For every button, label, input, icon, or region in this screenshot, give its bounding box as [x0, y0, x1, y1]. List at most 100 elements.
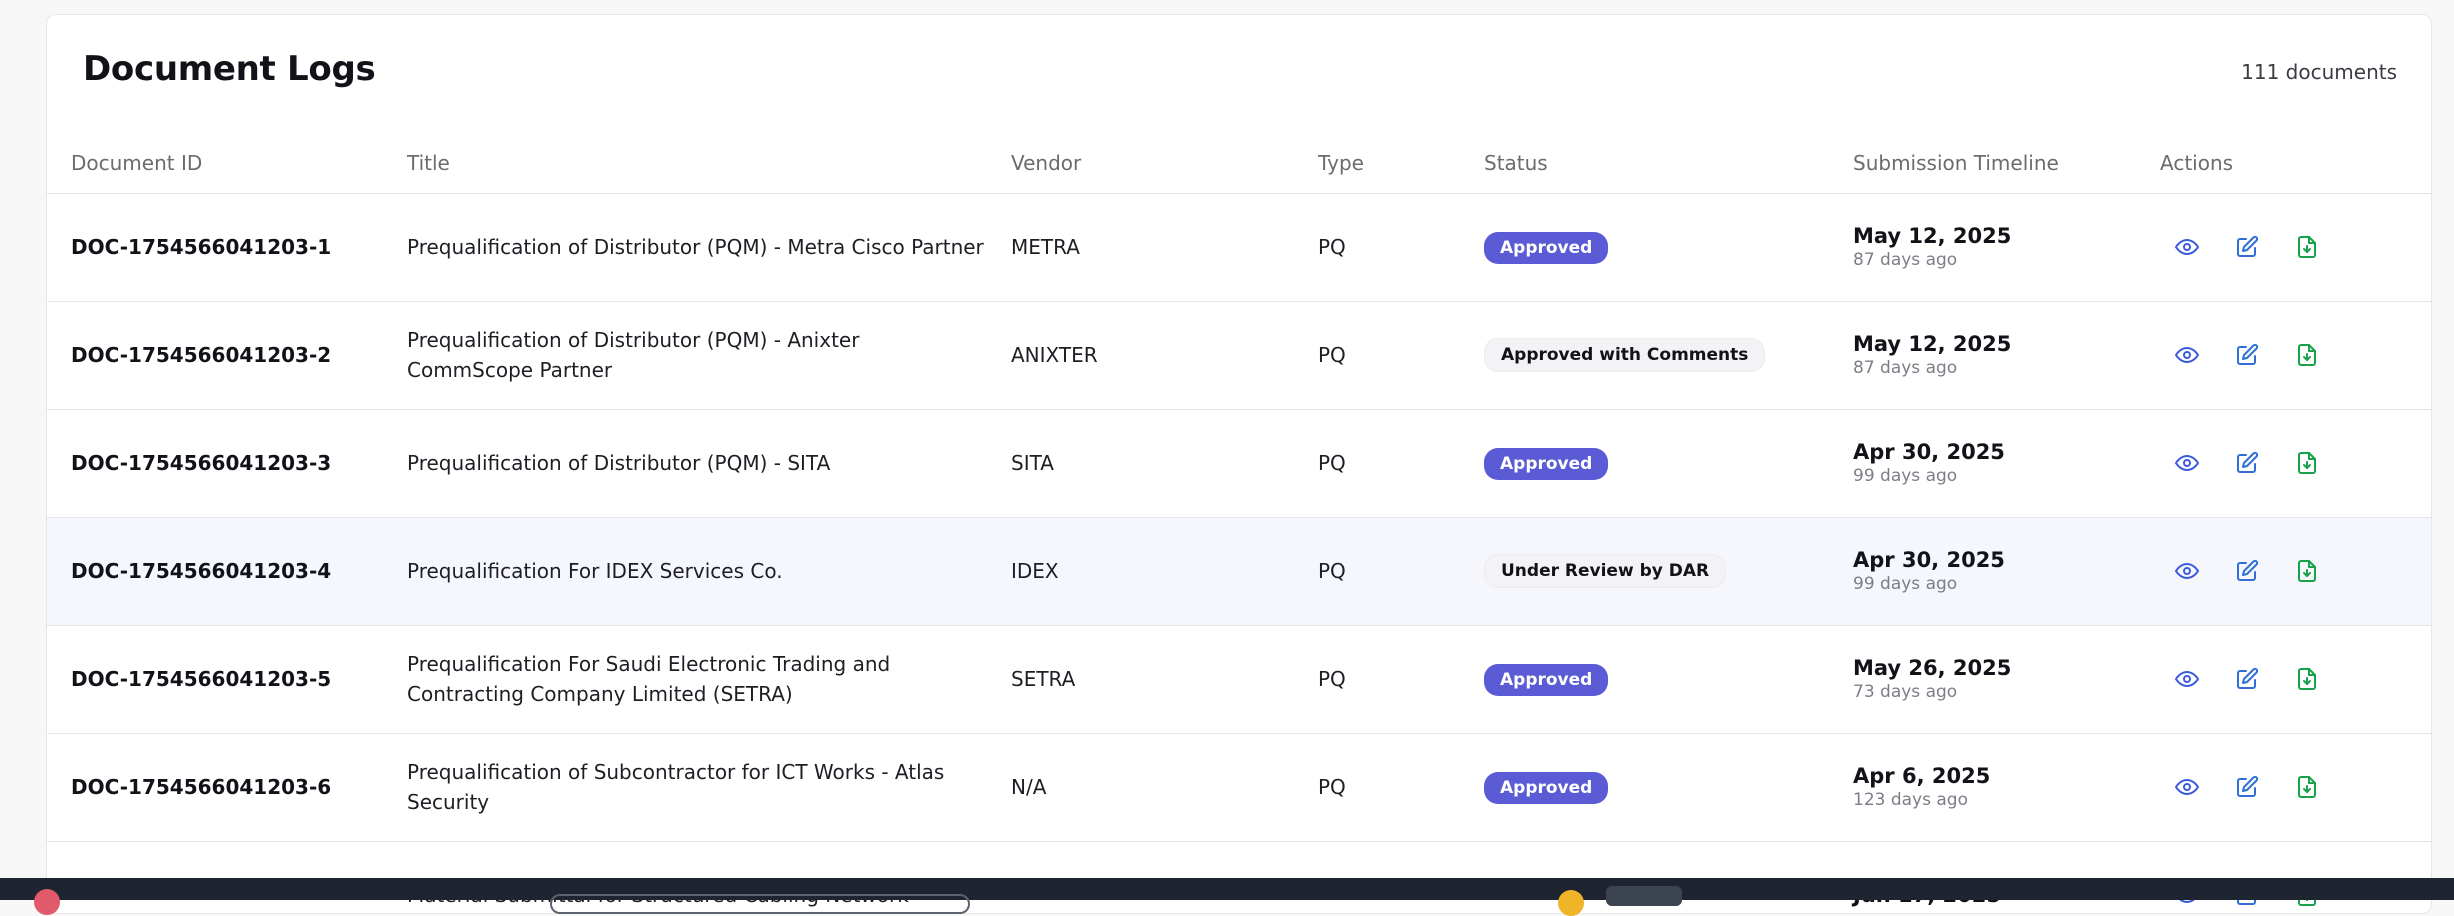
cell-submission-timeline: Apr 30, 2025 99 days ago — [1853, 409, 2160, 518]
view-icon[interactable] — [2174, 774, 2200, 800]
table-row[interactable]: DOC-1754566041203-3 Prequalification of … — [47, 409, 2431, 518]
cell-title: Prequalification of Subcontractor for IC… — [407, 733, 1011, 842]
cell-submission-timeline: May 26, 2025 73 days ago — [1853, 625, 2160, 734]
cell-document-id: DOC-1754566041203-2 — [47, 301, 407, 410]
cell-title: Prequalification of Distributor (PQM) - … — [407, 409, 1011, 518]
submission-date: Apr 6, 2025 — [1853, 764, 1991, 788]
cell-submission-timeline: May 12, 2025 87 days ago — [1853, 301, 2160, 410]
cell-document-id: DOC-1754566041203-3 — [47, 409, 407, 518]
status-badge: Approved — [1484, 447, 1609, 480]
cell-actions — [2160, 625, 2431, 734]
cell-status: Approved — [1484, 409, 1853, 518]
row-actions — [2160, 450, 2431, 476]
column-header-type[interactable]: Type — [1318, 133, 1484, 194]
cell-vendor: IDEX — [1011, 517, 1318, 626]
column-header-actions: Actions — [2160, 133, 2431, 194]
table-row[interactable]: DOC-1754566041203-4 Prequalification For… — [47, 517, 2431, 626]
cell-actions — [2160, 409, 2431, 518]
edit-icon[interactable] — [2234, 234, 2260, 260]
cell-actions — [2160, 733, 2431, 842]
cell-title: Prequalification For IDEX Services Co. — [407, 517, 1011, 626]
submission-age: 99 days ago — [1853, 574, 1958, 594]
cell-actions — [2160, 301, 2431, 410]
cell-vendor: N/A — [1011, 733, 1318, 842]
edit-icon[interactable] — [2234, 774, 2260, 800]
cell-type: PQ — [1318, 625, 1484, 734]
cell-type: PQ — [1318, 733, 1484, 842]
cell-document-id: DOC-1754566041203-1 — [47, 193, 407, 302]
column-header-submission-timeline[interactable]: Submission Timeline — [1853, 133, 2160, 194]
submission-date: Apr 30, 2025 — [1853, 548, 2005, 572]
row-actions — [2160, 666, 2431, 692]
table-row[interactable]: DOC-1754566041203-6 Prequalification of … — [47, 733, 2431, 842]
table-header-row: Document ID Title Vendor Type Status Sub… — [47, 133, 2431, 194]
view-icon[interactable] — [2174, 558, 2200, 584]
page-title: Document Logs — [83, 49, 376, 89]
view-icon[interactable] — [2174, 342, 2200, 368]
cell-submission-timeline: May 12, 2025 87 days ago — [1853, 193, 2160, 302]
view-icon[interactable] — [2174, 234, 2200, 260]
view-icon[interactable] — [2174, 450, 2200, 476]
cell-document-id: DOC-1754566041203-6 — [47, 733, 407, 842]
cell-title: Prequalification of Distributor (PQM) - … — [407, 301, 1011, 410]
file-download-icon[interactable] — [2294, 774, 2320, 800]
file-download-icon[interactable] — [2294, 342, 2320, 368]
table-row[interactable]: DOC-1754566041203-1 Prequalification of … — [47, 193, 2431, 302]
column-header-document-id[interactable]: Document ID — [47, 133, 407, 194]
cell-document-id: DOC-1754566041203-5 — [47, 625, 407, 734]
file-download-icon[interactable] — [2294, 558, 2320, 584]
cell-type: PQ — [1318, 517, 1484, 626]
cell-status: Approved — [1484, 625, 1853, 734]
status-badge: Approved — [1484, 771, 1609, 804]
taskbar-app-icon[interactable] — [34, 889, 60, 915]
submission-date: May 12, 2025 — [1853, 224, 2012, 248]
cell-status: Approved with Comments — [1484, 301, 1853, 410]
cell-vendor: METRA — [1011, 193, 1318, 302]
submission-age: 73 days ago — [1853, 682, 1958, 702]
status-badge: Approved with Comments — [1484, 338, 1766, 372]
status-badge: Approved — [1484, 231, 1609, 264]
submission-date: Apr 30, 2025 — [1853, 440, 2005, 464]
document-logs-card: Document Logs 111 documents Document ID … — [46, 14, 2432, 914]
cell-status: Approved — [1484, 193, 1853, 302]
submission-age: 87 days ago — [1853, 358, 1958, 378]
cell-status: Approved — [1484, 733, 1853, 842]
edit-icon[interactable] — [2234, 450, 2260, 476]
table-row[interactable]: DOC-1754566041203-5 Prequalification For… — [47, 625, 2431, 734]
cell-submission-timeline: Apr 6, 2025 123 days ago — [1853, 733, 2160, 842]
submission-age: 99 days ago — [1853, 466, 1958, 486]
row-actions — [2160, 234, 2431, 260]
edit-icon[interactable] — [2234, 558, 2260, 584]
status-badge: Under Review by DAR — [1484, 554, 1727, 588]
submission-age: 123 days ago — [1853, 790, 1968, 810]
edit-icon[interactable] — [2234, 342, 2260, 368]
submission-age: 87 days ago — [1853, 250, 1958, 270]
view-icon[interactable] — [2174, 666, 2200, 692]
cell-document-id: DOC-1754566041203-4 — [47, 517, 407, 626]
taskbar — [0, 878, 2454, 916]
card-header: Document Logs 111 documents — [47, 15, 2431, 133]
column-header-status[interactable]: Status — [1484, 133, 1853, 194]
column-header-vendor[interactable]: Vendor — [1011, 133, 1318, 194]
table-row[interactable]: DOC-1754566041203-2 Prequalification of … — [47, 301, 2431, 410]
cell-type: PQ — [1318, 193, 1484, 302]
row-actions — [2160, 774, 2431, 800]
cell-actions — [2160, 517, 2431, 626]
cell-type: PQ — [1318, 301, 1484, 410]
table-body: DOC-1754566041203-1 Prequalification of … — [47, 193, 2431, 913]
file-download-icon[interactable] — [2294, 666, 2320, 692]
file-download-icon[interactable] — [2294, 450, 2320, 476]
column-header-title[interactable]: Title — [407, 133, 1011, 194]
taskbar-app-icon[interactable] — [1606, 886, 1682, 906]
file-download-icon[interactable] — [2294, 234, 2320, 260]
cell-vendor: ANIXTER — [1011, 301, 1318, 410]
submission-date: May 12, 2025 — [1853, 332, 2012, 356]
edit-icon[interactable] — [2234, 666, 2260, 692]
document-count: 111 documents — [2241, 60, 2397, 84]
taskbar-app-icon[interactable] — [1558, 890, 1584, 916]
row-actions — [2160, 342, 2431, 368]
cell-actions — [2160, 193, 2431, 302]
cell-status: Under Review by DAR — [1484, 517, 1853, 626]
taskbar-search-box[interactable] — [550, 894, 970, 914]
status-badge: Approved — [1484, 663, 1609, 696]
